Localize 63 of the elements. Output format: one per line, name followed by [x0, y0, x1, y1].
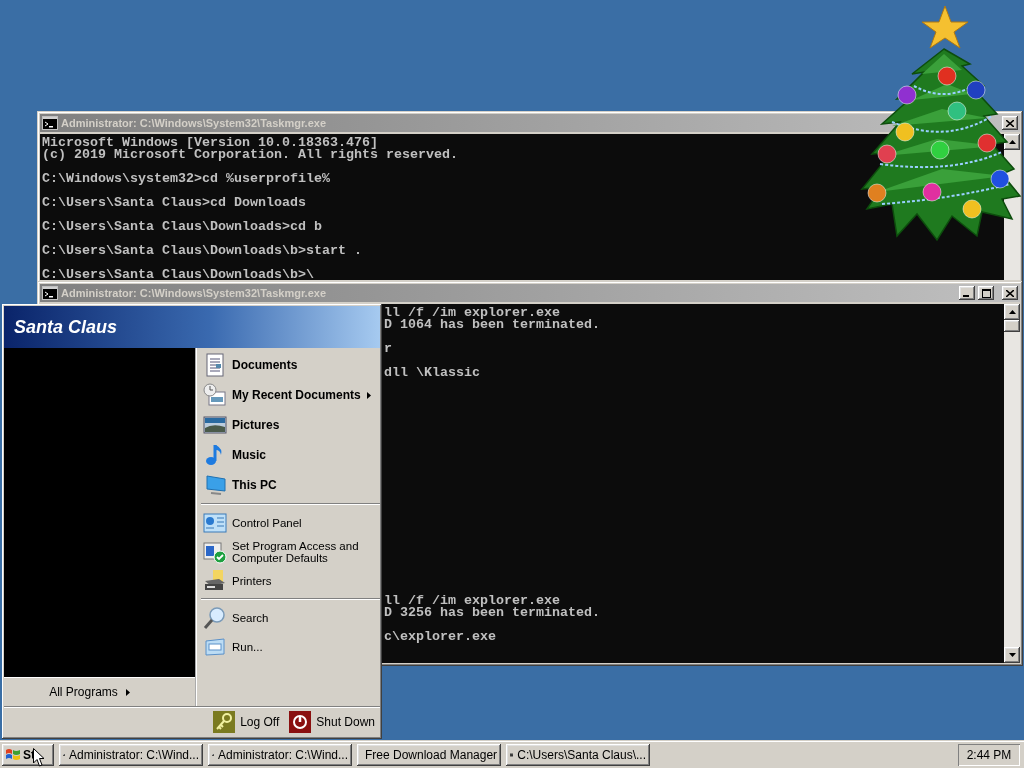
- key-icon: [213, 711, 236, 733]
- minimize-button[interactable]: [959, 286, 975, 300]
- menu-item[interactable]: Documents: [203, 350, 380, 380]
- log-off-button[interactable]: Log Off: [213, 711, 280, 733]
- menu-item[interactable]: This PC: [203, 470, 380, 500]
- console-line: D 1064 has been terminated.: [384, 319, 601, 331]
- window-check-icon: [203, 539, 227, 564]
- close-icon: [1006, 289, 1014, 297]
- control-panel-icon: [203, 510, 227, 535]
- close-icon: [1006, 119, 1014, 127]
- close-button[interactable]: [1002, 286, 1018, 300]
- down-arrow-icon: [1008, 653, 1016, 657]
- taskbar-button[interactable]: Administrator: C:\Wind...: [208, 744, 352, 766]
- console-icon: [42, 286, 58, 300]
- maximize-icon: [981, 288, 991, 298]
- scrollbar-thumb[interactable]: [1004, 320, 1020, 332]
- close-button[interactable]: [1002, 116, 1018, 130]
- shut-down-button[interactable]: Shut Down: [289, 711, 375, 733]
- console-line: dll \Klassic: [384, 367, 481, 379]
- mouse-pointer-icon: [33, 748, 45, 767]
- document-icon: [203, 353, 227, 377]
- up-arrow-icon: [1008, 140, 1016, 144]
- menu-item[interactable]: Printers: [203, 566, 380, 595]
- maximize-button[interactable]: [978, 286, 994, 300]
- clock: 2:44 PM: [958, 744, 1020, 766]
- taskbar-button[interactable]: C:\Users\Santa Claus\...: [506, 744, 650, 766]
- monitor-icon: [203, 473, 227, 497]
- search-icon: [203, 605, 227, 630]
- user-name: Santa Claus: [4, 306, 380, 348]
- menu-item[interactable]: Set Program Access and Computer Defaults: [203, 537, 380, 566]
- menu-item[interactable]: Music: [203, 440, 380, 470]
- submenu-arrow-icon: [125, 688, 130, 696]
- window-title: Administrator: C:\Windows\System32\Taskmgr.exe: [61, 287, 327, 299]
- power-icon: [289, 711, 312, 733]
- menu-item[interactable]: Search: [203, 603, 380, 632]
- console-line: r: [384, 343, 393, 355]
- all-programs-item[interactable]: All Programs: [4, 677, 195, 706]
- console-line: (c) 2019 Microsoft Corporation. All rights reserved.: [42, 149, 459, 161]
- clock-document-icon: [203, 383, 227, 407]
- menu-item[interactable]: Pictures: [203, 410, 380, 440]
- console-line: C:\Windows\system32>cd %userprofile%: [42, 173, 331, 185]
- submenu-arrow-icon: [367, 391, 371, 399]
- console-line: Microsoft Windows [Version 10.0.18363.476]: [42, 137, 379, 149]
- scrollbar[interactable]: [1004, 304, 1020, 663]
- taskbar-button[interactable]: Administrator: C:\Wind...: [59, 744, 203, 766]
- menu-item[interactable]: Control Panel: [203, 508, 380, 537]
- console-icon: [42, 116, 58, 130]
- landscape-icon: [203, 413, 227, 437]
- console-line: ll /f /im explorer.exe: [384, 595, 560, 607]
- up-arrow-icon: [1008, 310, 1016, 314]
- windows-flag-icon: [5, 748, 21, 762]
- console-line: C:\Users\Santa Claus\Downloads\b>start .: [42, 245, 363, 257]
- console-line: C:\Users\Santa Claus\Downloads\b>\: [42, 269, 315, 280]
- console-line: D 3256 has been terminated.: [384, 607, 601, 619]
- menu-item[interactable]: My Recent Documents: [203, 380, 380, 410]
- console-line: ll /f /im explorer.exe: [384, 307, 560, 319]
- console-line: C:\Users\Santa Claus>cd Downloads: [42, 197, 307, 209]
- window-title: Administrator: C:\Windows\System32\Taskmgr.exe: [61, 117, 327, 129]
- console-line: C:\Users\Santa Claus\Downloads>cd b: [42, 221, 323, 233]
- menu-item[interactable]: Run...: [203, 632, 380, 661]
- printer-icon: [203, 568, 227, 593]
- console-line: c\explorer.exe: [384, 631, 497, 643]
- taskbar-button[interactable]: Free Download Manager: [357, 744, 501, 766]
